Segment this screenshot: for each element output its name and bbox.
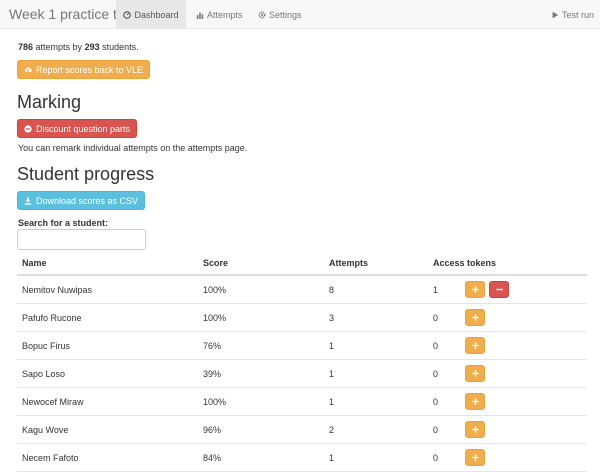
students-text: students. xyxy=(99,42,139,52)
student-attempts: 3 xyxy=(329,312,335,323)
download-csv-label: Download scores as CSV xyxy=(36,195,139,206)
tab-attempts-label: Attempts xyxy=(207,9,243,20)
plus-icon xyxy=(471,286,479,293)
student-access-tokens: 0 xyxy=(433,396,439,407)
student-name: Nemitov Nuwipas xyxy=(22,284,93,295)
student-progress-heading: Student progress xyxy=(17,164,155,184)
play-icon xyxy=(552,11,559,18)
table-row: Kagu Wove 96% 2 0 xyxy=(17,416,587,444)
add-token-button[interactable] xyxy=(465,365,485,382)
tab-dashboard[interactable]: Dashboard xyxy=(116,0,186,29)
student-name: Newocef Miraw xyxy=(22,396,84,407)
table-row: Nemitov Nuwipas 100% 8 1 xyxy=(17,276,587,304)
minus-circle-icon xyxy=(24,124,32,133)
attempts-count: 786 xyxy=(18,42,34,52)
student-score: 100% xyxy=(203,284,227,295)
plus-icon xyxy=(471,398,479,405)
student-attempts: 1 xyxy=(329,368,335,379)
student-attempts: 1 xyxy=(329,340,335,351)
table-header: Name Score Attempts Access tokens xyxy=(17,252,587,276)
student-attempts: 8 xyxy=(329,284,335,295)
student-name: Necem Fafoto xyxy=(22,452,79,463)
marking-heading: Marking xyxy=(17,92,82,112)
table-row: Bopuc Firus 76% 1 0 xyxy=(17,332,587,360)
search-student-input[interactable] xyxy=(17,229,146,250)
bar-chart-icon xyxy=(196,12,204,19)
student-score: 96% xyxy=(203,424,222,435)
student-attempts: 1 xyxy=(329,452,335,463)
table-body: Nemitov Nuwipas 100% 8 1 Pafufo Rucone 100% 3 0… xyxy=(17,276,587,472)
add-token-button[interactable] xyxy=(465,281,485,298)
table-row: Necem Fafoto 84% 1 0 xyxy=(17,444,587,472)
add-token-button[interactable] xyxy=(465,421,485,438)
students-count: 293 xyxy=(84,42,100,52)
tab-dashboard-label: Dashboard xyxy=(134,9,179,20)
download-icon xyxy=(24,196,32,205)
test-run-link[interactable]: Test run xyxy=(551,0,594,29)
student-name: Sapo Loso xyxy=(22,368,66,379)
student-name: Pafufo Rucone xyxy=(22,312,82,323)
search-student-label: Search for a student: xyxy=(18,218,109,228)
remark-help-text: You can remark individual attempts on th… xyxy=(18,143,248,153)
student-access-tokens: 1 xyxy=(433,284,439,295)
column-header-name[interactable]: Name xyxy=(22,252,47,274)
plus-icon xyxy=(471,426,479,433)
student-score: 100% xyxy=(203,396,227,407)
plus-icon xyxy=(471,314,479,321)
remove-token-button[interactable] xyxy=(489,281,509,298)
attempts-text: attempts by xyxy=(33,42,85,52)
add-token-button[interactable] xyxy=(465,393,485,410)
add-token-button[interactable] xyxy=(465,337,485,354)
student-access-tokens: 0 xyxy=(433,424,439,435)
student-name: Bopuc Firus xyxy=(22,340,71,351)
student-score: 39% xyxy=(203,368,222,379)
student-access-tokens: 0 xyxy=(433,452,439,463)
download-csv-button[interactable]: Download scores as CSV xyxy=(17,191,146,210)
column-header-access-tokens[interactable]: Access tokens xyxy=(433,252,496,274)
plus-icon xyxy=(471,370,479,377)
plus-icon xyxy=(471,342,479,349)
student-score: 76% xyxy=(203,340,222,351)
gear-icon xyxy=(258,10,266,19)
dashboard-icon xyxy=(123,10,132,19)
student-progress-table: Name Score Attempts Access tokens Nemito… xyxy=(17,252,587,472)
student-access-tokens: 0 xyxy=(433,312,439,323)
discount-question-parts-button[interactable]: Discount question parts xyxy=(17,119,138,138)
table-row: Sapo Loso 39% 1 0 xyxy=(17,360,587,388)
student-score: 84% xyxy=(203,452,222,463)
column-header-attempts[interactable]: Attempts xyxy=(329,252,368,274)
tab-attempts[interactable]: Attempts xyxy=(196,0,243,29)
student-access-tokens: 0 xyxy=(433,368,439,379)
column-header-score[interactable]: Score xyxy=(203,252,228,274)
add-token-button[interactable] xyxy=(465,309,485,326)
student-attempts: 1 xyxy=(329,396,335,407)
table-row: Newocef Miraw 100% 1 0 xyxy=(17,388,587,416)
attempts-summary: 786 attempts by 293 students. xyxy=(18,42,139,52)
student-access-tokens: 0 xyxy=(433,340,439,351)
table-row: Pafufo Rucone 100% 3 0 xyxy=(17,304,587,332)
student-name: Kagu Wove xyxy=(22,424,69,435)
minus-icon xyxy=(495,288,503,291)
tab-settings-label: Settings xyxy=(269,9,302,20)
report-scores-button[interactable]: Report scores back to VLE xyxy=(17,60,151,79)
cloud-upload-icon xyxy=(24,66,32,72)
tab-settings[interactable]: Settings xyxy=(258,0,302,29)
discount-question-parts-label: Discount question parts xyxy=(36,123,131,134)
student-attempts: 2 xyxy=(329,424,335,435)
report-scores-label: Report scores back to VLE xyxy=(36,64,144,75)
add-token-button[interactable] xyxy=(465,449,485,466)
student-score: 100% xyxy=(203,312,227,323)
test-run-label: Test run xyxy=(562,9,595,20)
top-navbar: Week 1 practice test Dashboard Attempts … xyxy=(0,0,600,29)
